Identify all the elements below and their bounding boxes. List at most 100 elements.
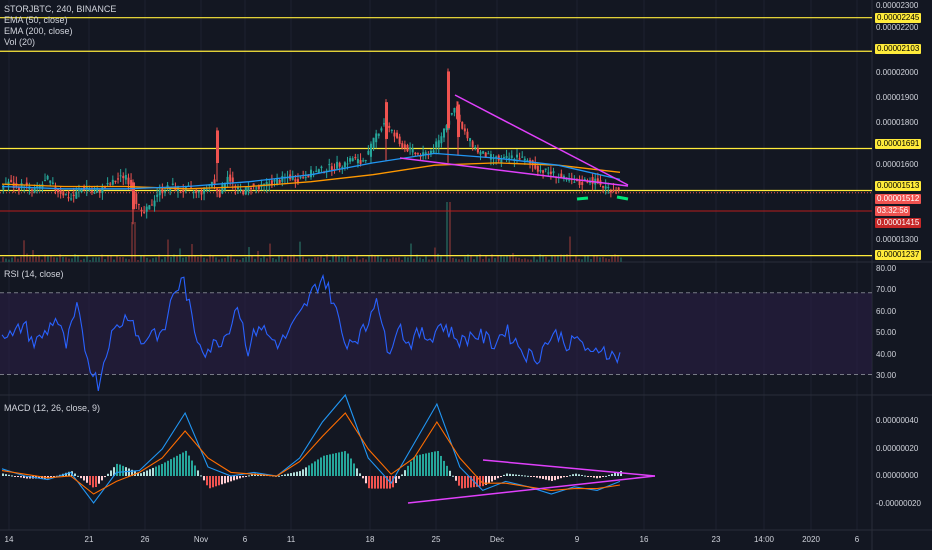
candle-body [77,189,80,191]
macd-histogram-bar [506,473,508,476]
volume-bar [323,258,325,262]
macd-histogram-bar [335,453,337,476]
candle-body [10,179,13,183]
volume-bar [383,259,385,262]
candle-body [369,143,372,157]
macd-histogram-bar [173,457,175,476]
time-tick: 2020 [802,535,820,544]
macd-histogram-bar [497,476,499,479]
macd-histogram-bar [338,452,340,476]
candle-body [59,190,62,194]
macd-histogram-bar [500,476,502,477]
time-tick: 23 [711,535,721,544]
macd-histogram-bar [305,467,307,476]
rsi-tick: 30.00 [876,371,897,380]
candle-body [341,166,344,168]
volume-bar [140,255,142,262]
candle-body [487,153,490,155]
candle-body [385,102,388,139]
candle-body [552,171,555,174]
macd-histogram-bar [194,465,196,476]
macd-histogram-bar [512,474,514,476]
volume-bar [476,255,478,262]
macd-histogram-bar [491,476,493,482]
macd-histogram-bar [458,476,460,486]
volume-bar [29,256,31,262]
volume-bar [542,256,544,262]
candle-body [612,189,615,192]
macd-pane-label[interactable]: MACD (12, 26, close, 9) [4,403,100,413]
candle-body [93,192,96,194]
candle-body [317,169,320,173]
candle-body [111,179,114,185]
volume-bar [11,257,13,262]
candle-body [320,166,323,169]
indicator-volume-label[interactable]: Vol (20) [4,37,116,48]
time-tick: 9 [574,535,580,544]
volume-bar [353,258,355,262]
candle-body [377,133,380,136]
volume-bar [80,259,82,262]
volume-bar [440,256,442,262]
candle-body [406,144,409,152]
rsi-pane-label[interactable]: RSI (14, close) [4,269,64,279]
macd-histogram-bar [467,476,469,488]
macd-histogram-bar [209,476,211,489]
macd-histogram-bar [569,475,571,477]
volume-bar [98,257,100,262]
candle-body [440,136,443,144]
macd-histogram-bar [554,476,556,481]
volume-bar [458,259,460,262]
time-tick: 18 [365,535,375,544]
volume-bar [248,247,250,262]
price-badge[interactable]: 0.00001415 [875,218,922,228]
volume-bar [431,259,433,262]
volume-bar [269,243,271,262]
volume-bar [470,256,472,262]
level-badge[interactable]: 0.00001237 [875,250,922,260]
indicator-ema50-label[interactable]: EMA (50, close) [4,15,116,26]
volume-bar [374,255,376,262]
current-price-badge[interactable]: 0.00001512 [875,194,922,204]
level-badge[interactable]: 0.00001513 [875,181,922,191]
macd-histogram-bar [230,476,232,482]
macd-histogram-bar [605,475,607,477]
volume-bar [617,256,619,262]
candle-body [602,186,605,188]
macd-histogram-bar [611,473,613,476]
volume-bar [167,239,169,262]
volume-bar [35,256,37,262]
candle-body [396,132,399,138]
rsi-tick: 60.00 [876,307,897,316]
macd-histogram-bar [308,465,310,476]
chart-canvas[interactable] [0,0,932,550]
macd-histogram-bar [368,476,370,489]
volume-bar [263,256,265,262]
candle-body [482,151,485,154]
volume-bar [338,256,340,262]
volume-bar [308,258,310,262]
candle-body [75,192,78,199]
volume-bar [575,256,577,262]
indicator-ema200-label[interactable]: EMA (200, close) [4,26,116,37]
candle-body [461,121,464,129]
macd-histogram-bar [509,473,511,476]
volume-bar [254,258,256,262]
candle-body [388,125,391,128]
candle-body [453,107,456,113]
candle-body [578,180,581,186]
macd-histogram-bar [440,455,442,476]
candle-body [466,131,469,139]
price-tick: 0.00001800 [876,118,919,127]
candle-body [479,151,482,155]
level-badge[interactable]: 0.00002245 [875,13,922,23]
candle-body [216,130,219,164]
volume-bar [377,255,379,262]
symbol-title[interactable]: STORJBTC, 240, BINANCE [4,4,116,15]
candle-body [242,190,245,195]
candle-body [51,182,54,185]
level-badge[interactable]: 0.00002103 [875,44,922,54]
level-badge[interactable]: 0.00001691 [875,139,922,149]
candle-body [356,158,359,164]
candle-body [450,112,453,115]
